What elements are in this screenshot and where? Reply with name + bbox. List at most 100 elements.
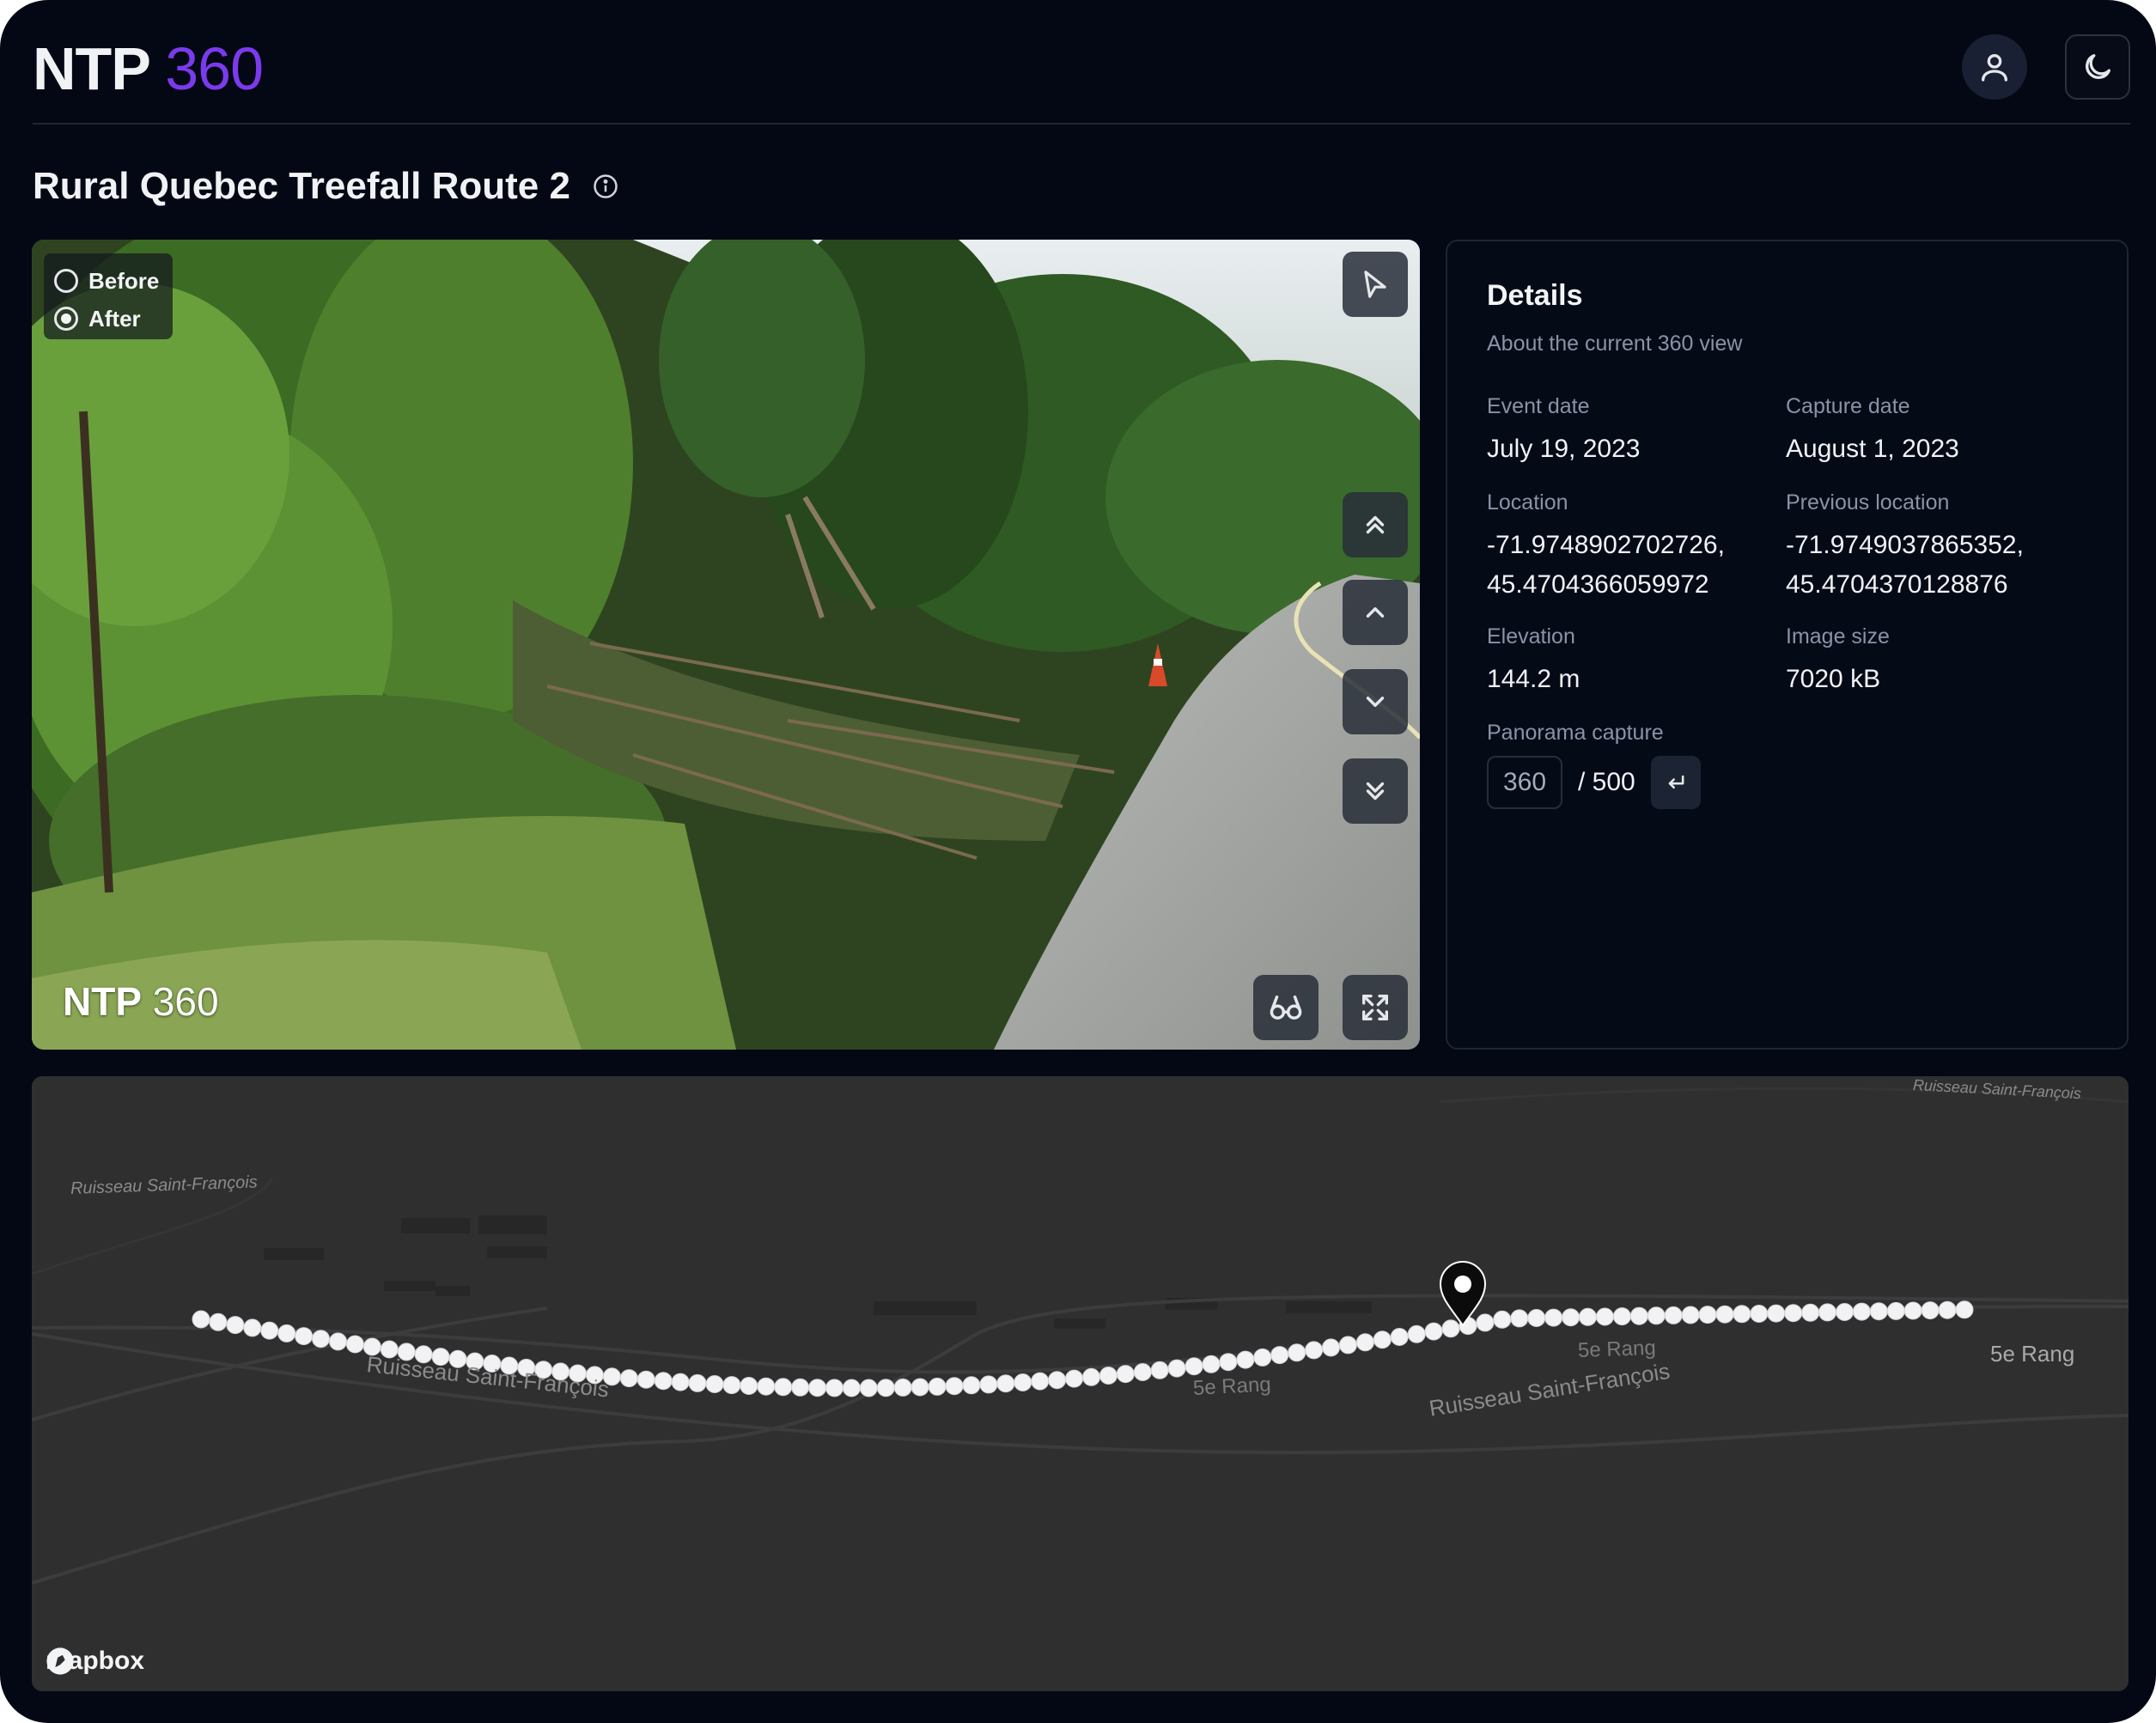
view-mode-button[interactable]: [1253, 975, 1319, 1040]
jump-forward-button[interactable]: [1343, 492, 1408, 557]
track-point[interactable]: [1116, 1365, 1135, 1384]
track-point[interactable]: [1801, 1303, 1820, 1322]
track-point[interactable]: [1355, 1333, 1374, 1352]
theme-toggle-button[interactable]: [2065, 34, 2130, 100]
info-icon[interactable]: [593, 174, 618, 199]
track-point[interactable]: [243, 1318, 262, 1337]
track-point[interactable]: [1493, 1310, 1512, 1329]
track-point[interactable]: [1664, 1306, 1683, 1324]
track-point[interactable]: [979, 1375, 998, 1394]
track-point[interactable]: [757, 1377, 776, 1396]
track-point[interactable]: [1305, 1341, 1324, 1360]
track-point[interactable]: [209, 1312, 228, 1331]
track-point[interactable]: [928, 1377, 947, 1396]
track-point[interactable]: [876, 1379, 895, 1397]
track-point[interactable]: [1647, 1306, 1666, 1325]
track-point[interactable]: [859, 1379, 878, 1397]
app-logo[interactable]: NTP 360: [33, 34, 264, 103]
track-point[interactable]: [295, 1327, 314, 1346]
track-point[interactable]: [1955, 1300, 1974, 1319]
panorama-viewer[interactable]: Before After NTP 360: [32, 240, 1420, 1050]
jump-back-button[interactable]: [1343, 758, 1408, 824]
track-point[interactable]: [1373, 1330, 1392, 1349]
track-point[interactable]: [192, 1310, 210, 1329]
track-point[interactable]: [1236, 1350, 1255, 1369]
track-point[interactable]: [329, 1332, 347, 1351]
track-point[interactable]: [842, 1379, 861, 1397]
track-point[interactable]: [1903, 1301, 1922, 1320]
track-point[interactable]: [1612, 1307, 1631, 1326]
track-point[interactable]: [1852, 1302, 1871, 1321]
track-point[interactable]: [671, 1373, 690, 1391]
track-point[interactable]: [1579, 1307, 1597, 1326]
map-pin-icon[interactable]: [1439, 1261, 1487, 1327]
after-option[interactable]: After: [54, 300, 162, 338]
track-point[interactable]: [1681, 1306, 1700, 1324]
track-point[interactable]: [1476, 1313, 1495, 1332]
track-point[interactable]: [1784, 1304, 1803, 1323]
track-point[interactable]: [345, 1335, 364, 1354]
track-point[interactable]: [654, 1372, 673, 1391]
track-point[interactable]: [1338, 1336, 1357, 1355]
track-point[interactable]: [1733, 1305, 1751, 1324]
track-point[interactable]: [1921, 1301, 1940, 1320]
before-option[interactable]: Before: [54, 262, 162, 300]
map-canvas[interactable]: [32, 1076, 2129, 1691]
track-point[interactable]: [1818, 1303, 1836, 1322]
step-back-button[interactable]: [1343, 669, 1408, 734]
track-point[interactable]: [1390, 1328, 1409, 1346]
step-forward-button[interactable]: [1343, 580, 1408, 645]
track-point[interactable]: [1595, 1307, 1614, 1326]
track-point[interactable]: [996, 1374, 1015, 1393]
track-point[interactable]: [1836, 1303, 1854, 1321]
track-point[interactable]: [1048, 1371, 1067, 1390]
track-point[interactable]: [893, 1378, 912, 1397]
pointer-mode-button[interactable]: [1343, 252, 1408, 317]
track-point[interactable]: [1869, 1302, 1888, 1321]
track-point[interactable]: [619, 1369, 638, 1388]
track-point[interactable]: [1065, 1369, 1083, 1388]
track-point[interactable]: [1150, 1361, 1169, 1379]
track-point[interactable]: [1082, 1367, 1100, 1386]
panorama-number-input[interactable]: [1487, 756, 1562, 809]
track-point[interactable]: [226, 1316, 245, 1335]
track-point[interactable]: [1253, 1348, 1272, 1367]
track-point[interactable]: [277, 1324, 296, 1342]
track-point[interactable]: [1441, 1319, 1460, 1338]
track-point[interactable]: [1562, 1308, 1580, 1327]
track-point[interactable]: [1099, 1367, 1118, 1385]
after-radio[interactable]: [54, 307, 78, 331]
track-point[interactable]: [722, 1376, 741, 1395]
route-map[interactable]: Ruisseau Saint-François Ruisseau Saint-F…: [32, 1076, 2129, 1691]
track-point[interactable]: [1527, 1309, 1546, 1327]
track-point[interactable]: [1544, 1308, 1563, 1327]
before-radio[interactable]: [54, 269, 78, 293]
track-point[interactable]: [1698, 1306, 1717, 1324]
track-point[interactable]: [1424, 1322, 1443, 1341]
mapbox-attribution[interactable]: mapbox: [46, 1647, 144, 1676]
track-point[interactable]: [945, 1377, 964, 1396]
track-point[interactable]: [1750, 1305, 1769, 1323]
track-point[interactable]: [1185, 1357, 1203, 1376]
user-button[interactable]: [1962, 34, 2027, 100]
track-point[interactable]: [1014, 1373, 1032, 1391]
track-point[interactable]: [1938, 1300, 1957, 1319]
track-point[interactable]: [1202, 1355, 1221, 1373]
track-point[interactable]: [1031, 1372, 1050, 1391]
track-point[interactable]: [1886, 1301, 1905, 1320]
track-point[interactable]: [1219, 1353, 1238, 1372]
track-point[interactable]: [1133, 1363, 1152, 1381]
fullscreen-button[interactable]: [1343, 975, 1408, 1040]
track-point[interactable]: [1288, 1343, 1306, 1362]
track-point[interactable]: [791, 1378, 810, 1397]
track-point[interactable]: [1629, 1306, 1648, 1325]
track-point[interactable]: [1167, 1359, 1186, 1378]
track-point[interactable]: [1767, 1304, 1786, 1323]
track-point[interactable]: [911, 1378, 929, 1397]
track-point[interactable]: [808, 1379, 827, 1397]
track-point[interactable]: [774, 1378, 793, 1397]
track-point[interactable]: [740, 1377, 758, 1395]
track-point[interactable]: [1510, 1309, 1529, 1328]
track-point[interactable]: [1407, 1324, 1426, 1343]
track-point[interactable]: [688, 1373, 707, 1392]
